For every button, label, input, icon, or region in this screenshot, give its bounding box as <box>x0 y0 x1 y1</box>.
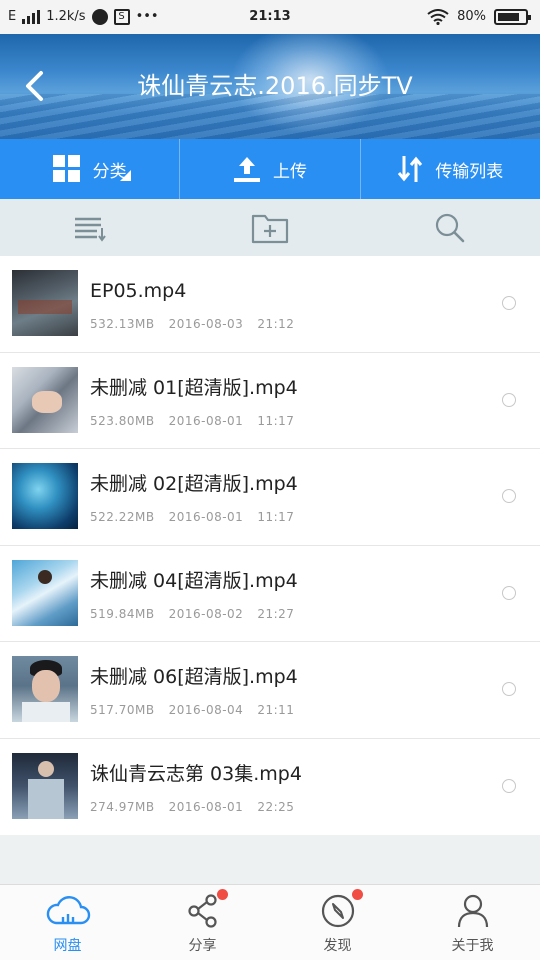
nav-label: 网盘 <box>53 938 82 954</box>
video-thumbnail <box>12 656 78 722</box>
file-size: 523.80MB <box>90 413 155 428</box>
file-name: 未删减 04[超清版].mp4 <box>90 569 298 592</box>
file-row[interactable]: EP05.mp4 532.13MB 2016-08-03 21:12 <box>0 256 540 353</box>
battery-icon <box>494 9 531 25</box>
cloud-icon <box>46 896 90 925</box>
file-date: 2016-08-01 <box>168 413 244 428</box>
file-row[interactable]: 未删减 06[超清版].mp4 517.70MB 2016-08-04 21:11 <box>0 642 540 739</box>
nav-item-discover[interactable]: 发现 <box>270 885 405 960</box>
compass-icon <box>321 894 354 928</box>
upload-icon <box>233 157 260 182</box>
video-thumbnail <box>12 366 78 433</box>
new-folder-icon <box>251 214 289 243</box>
file-size: 517.70MB <box>90 703 155 717</box>
file-time: 21:11 <box>257 703 295 717</box>
notification-badge <box>217 889 228 900</box>
file-size: 532.13MB <box>90 317 155 331</box>
file-time: 21:27 <box>257 606 295 621</box>
select-radio[interactable] <box>502 392 516 407</box>
grid-icon <box>52 155 80 182</box>
notification-badge <box>352 889 363 900</box>
new-folder-button[interactable] <box>180 199 360 256</box>
file-row[interactable]: 未删减 04[超清版].mp4 519.84MB 2016-08-02 21:27 <box>0 546 540 642</box>
search-button[interactable] <box>360 199 540 256</box>
search-icon <box>435 213 465 242</box>
battery-level: 80% <box>457 9 486 24</box>
nav-item-share[interactable]: 分享 <box>135 885 270 960</box>
upload-button[interactable]: 上传 <box>180 139 361 199</box>
video-thumbnail <box>12 270 78 336</box>
file-date: 2016-08-01 <box>168 799 244 814</box>
file-date: 2016-08-01 <box>168 510 244 524</box>
file-name: 诛仙青云志第 03集.mp4 <box>90 762 302 785</box>
sort-list-icon <box>75 217 106 242</box>
upload-label: 上传 <box>272 161 307 182</box>
file-name: EP05.mp4 <box>90 280 187 302</box>
page-title: 诛仙青云志.2016.同步TV <box>137 72 413 100</box>
nav-label: 关于我 <box>451 938 494 954</box>
file-time: 11:17 <box>257 413 295 428</box>
wifi-icon <box>427 9 449 25</box>
file-date: 2016-08-04 <box>168 703 244 717</box>
file-meta: 532.13MB 2016-08-03 21:12 <box>90 316 308 332</box>
select-radio[interactable] <box>502 296 516 310</box>
file-time: 11:17 <box>257 510 295 524</box>
file-time: 21:12 <box>257 317 295 331</box>
file-list: EP05.mp4 532.13MB 2016-08-03 21:12 未删减 01[… <box>0 256 540 835</box>
file-meta: 523.80MB 2016-08-01 11:17 <box>90 413 308 429</box>
file-name: 未删减 01[超清版].mp4 <box>90 376 298 399</box>
file-date: 2016-08-03 <box>168 317 244 331</box>
file-row[interactable]: 未删减 01[超清版].mp4 523.80MB 2016-08-01 11:17 <box>0 353 540 449</box>
dropdown-corner-icon <box>120 170 132 181</box>
category-button[interactable]: 分类 <box>0 139 181 199</box>
nav-item-about-me[interactable]: 关于我 <box>405 885 540 960</box>
select-radio[interactable] <box>502 489 516 503</box>
transfer-list-label: 传输列表 <box>435 161 504 182</box>
transfer-list-button[interactable]: 传输列表 <box>361 139 540 199</box>
status-bar: E 1.2k/s S ••• 21:13 80% <box>0 0 540 34</box>
file-meta: 517.70MB 2016-08-04 21:11 <box>90 702 308 718</box>
nav-label: 分享 <box>188 938 217 954</box>
sort-button[interactable] <box>0 199 180 256</box>
select-radio[interactable] <box>502 778 516 793</box>
video-thumbnail <box>12 463 78 529</box>
transfer-icon <box>398 156 423 182</box>
file-name: 未删减 02[超清版].mp4 <box>90 473 298 495</box>
nav-item-cloud-disk[interactable]: 网盘 <box>0 885 135 960</box>
share-icon <box>187 894 217 928</box>
status-right: 80% <box>427 9 531 25</box>
action-bar: 分类 上传 传输列表 <box>0 139 540 199</box>
nav-label: 发现 <box>323 938 352 954</box>
person-icon <box>457 894 488 928</box>
file-row[interactable]: 诛仙青云志第 03集.mp4 274.97MB 2016-08-01 22:25 <box>0 739 540 836</box>
file-row[interactable]: 未删减 02[超清版].mp4 522.22MB 2016-08-01 11:17 <box>0 449 540 546</box>
select-radio[interactable] <box>502 585 516 600</box>
file-size: 274.97MB <box>90 799 155 814</box>
file-date: 2016-08-02 <box>168 606 244 621</box>
bottom-nav: 网盘 分享 发现 关于我 <box>0 884 540 960</box>
file-name: 未删减 06[超清版].mp4 <box>90 666 298 688</box>
file-size: 522.22MB <box>90 510 155 524</box>
file-time: 22:25 <box>257 799 295 814</box>
file-meta: 274.97MB 2016-08-01 22:25 <box>90 799 308 815</box>
select-radio[interactable] <box>502 682 516 696</box>
file-meta: 522.22MB 2016-08-01 11:17 <box>90 509 308 525</box>
file-meta: 519.84MB 2016-08-02 21:27 <box>90 606 308 622</box>
video-thumbnail <box>12 752 78 819</box>
tool-bar <box>0 199 540 256</box>
file-size: 519.84MB <box>90 606 155 621</box>
video-thumbnail <box>12 559 78 626</box>
header: 诛仙青云志.2016.同步TV <box>0 34 540 139</box>
